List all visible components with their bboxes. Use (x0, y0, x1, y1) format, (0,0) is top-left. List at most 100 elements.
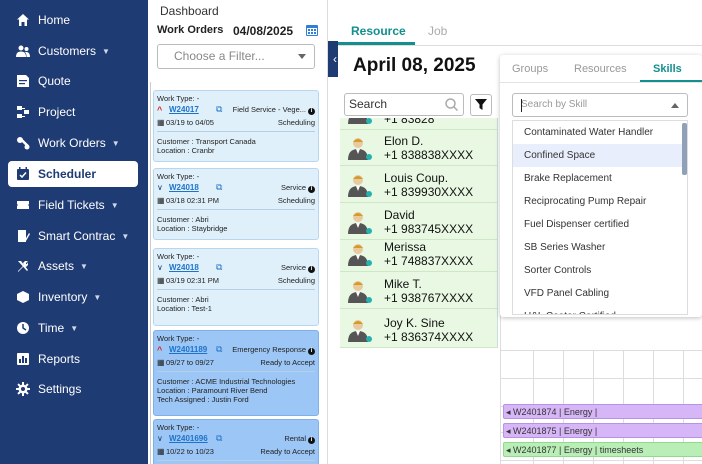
info-icon[interactable]: i (308, 348, 315, 355)
sidebar-item-assets[interactable]: Assets ▼ (8, 253, 138, 279)
schedule-event-bar[interactable]: ◂ W2401877 | Energy | timesheets (503, 442, 702, 457)
external-link-icon[interactable]: ⧉ (216, 344, 222, 355)
skill-option[interactable]: Sorter Controls (513, 259, 683, 282)
info-icon[interactable]: i (308, 437, 315, 444)
sidebar-item-smart-contrac[interactable]: Smart Contrac ▼ (8, 223, 138, 249)
filter-dropdown[interactable]: Choose a Filter... (157, 44, 315, 69)
schedule-event-bar[interactable]: ◂ W2401874 | Energy | (503, 404, 702, 419)
scheduler-icon (16, 167, 30, 181)
chevron-up-icon[interactable]: ^ (157, 105, 162, 115)
sidebar-item-quote[interactable]: Quote (8, 68, 138, 94)
search-icon (445, 98, 459, 112)
tools-icon (16, 259, 30, 273)
tab-groups[interactable]: Groups (512, 63, 548, 75)
sidebar-item-customers[interactable]: Customers ▼ (8, 38, 138, 64)
sidebar-item-field-tickets[interactable]: Field Tickets ▼ (8, 192, 138, 218)
work-order-card[interactable]: Work Type: - ^ W24017 ⧉ Field Service - Vege… (153, 90, 319, 162)
scrollbar[interactable] (682, 123, 687, 175)
chevron-down-icon (298, 54, 306, 59)
skill-option[interactable]: Contaminated Water Handler (513, 121, 683, 144)
info-icon[interactable]: i (308, 108, 315, 115)
work-order-dates: 09/27 to 09/27 (166, 358, 214, 367)
work-type-label: Work Type: - (157, 252, 200, 261)
sidebar-item-label: Project (38, 105, 76, 119)
tab-skills[interactable]: Skills (653, 63, 682, 75)
skill-option[interactable]: Reciprocating Pump Repair (513, 190, 683, 213)
date-heading: April 08, 2025 (353, 55, 476, 76)
work-order-link[interactable]: W24017 (169, 105, 199, 114)
skill-option[interactable]: SB Series Washer (513, 236, 683, 259)
external-link-icon[interactable]: ⧉ (216, 182, 222, 193)
sidebar-item-scheduler[interactable]: Scheduler (8, 161, 138, 187)
resource-row[interactable]: Louis Coup. +1 839930XXXX (340, 169, 497, 203)
sidebar-item-project[interactable]: Project (8, 99, 138, 125)
sidebar-item-settings[interactable]: Settings (8, 376, 138, 402)
sidebar: Home Customers ▼ Quote Project Work Orders ▼ Sc… (0, 0, 148, 464)
sidebar-item-label: Home (38, 13, 71, 27)
external-link-icon[interactable]: ⧉ (216, 433, 222, 444)
resource-row[interactable]: Mike T. +1 938767XXXX (340, 275, 497, 309)
resource-name: Elon D. (384, 134, 424, 148)
sidebar-item-home[interactable]: Home (8, 7, 138, 33)
sidebar-item-work-orders[interactable]: Work Orders ▼ (8, 130, 138, 156)
chevron-up-icon[interactable] (671, 103, 679, 108)
info-icon[interactable]: i (308, 186, 315, 193)
tab-job[interactable]: Job (428, 24, 447, 38)
work-order-card[interactable]: Work Type: - ^ W2401189 ⧉ Emergency Response… (153, 330, 319, 416)
service-type: Emergency Response (232, 345, 306, 354)
external-link-icon[interactable]: ⧉ (216, 262, 222, 273)
work-order-link[interactable]: W2401189 (169, 345, 207, 354)
work-order-link[interactable]: W2401696 (169, 434, 208, 443)
info-icon[interactable]: i (308, 266, 315, 273)
skill-option[interactable]: H&L Coater Certified (513, 305, 683, 314)
reports-icon (16, 352, 30, 366)
sidebar-item-time[interactable]: Time ▼ (8, 315, 138, 341)
skill-option[interactable]: Brake Replacement (513, 167, 683, 190)
resource-row[interactable]: David +1 983745XXXX (340, 206, 497, 240)
sidebar-item-inventory[interactable]: Inventory ▼ (8, 284, 138, 310)
chevron-down-icon: ▼ (121, 231, 130, 241)
skill-option[interactable]: VFD Panel Cabling (513, 282, 683, 305)
skill-option[interactable]: Fuel Dispenser certified (513, 213, 683, 236)
tab-resource[interactable]: Resource (351, 24, 406, 38)
work-order-card[interactable]: Work Type: - ∨ W24018 ⧉ Service i ▦ 03/19 02:31… (153, 248, 319, 326)
resource-list[interactable]: +1 83828 Elon D. +1 838838XXXX Louis Coup. +… (340, 118, 498, 348)
schedule-event-bar[interactable]: ◂ W2401875 | Energy | (503, 423, 702, 438)
work-order-link[interactable]: W24018 (169, 183, 199, 192)
skill-options-list[interactable]: Contaminated Water Handler Confined Space… (512, 120, 688, 315)
work-type-label: Work Type: - (157, 94, 200, 103)
divider (157, 131, 315, 132)
chevron-down-icon[interactable]: ∨ (157, 263, 163, 272)
resource-row[interactable]: Merissa +1 748837XXXX (340, 238, 497, 272)
skill-search-input[interactable]: Search by Skill (512, 93, 688, 117)
work-order-card[interactable]: Work Type: - ∨ W2401696 ⧉ Rental i ▦ 10/22 to 1… (153, 419, 319, 464)
resource-row[interactable]: Joy K. Sine +1 836374XXXX (340, 314, 497, 348)
calendar-icon[interactable] (305, 23, 319, 37)
resource-name: Mike T. (384, 277, 422, 291)
customer-text: Customer : Abri (157, 215, 209, 224)
external-link-icon[interactable]: ⧉ (216, 104, 222, 115)
funnel-icon (475, 99, 487, 110)
chevron-down-icon[interactable]: ∨ (157, 434, 163, 443)
sidebar-item-label: Reports (38, 352, 81, 366)
chevron-down-icon: ▼ (102, 46, 110, 56)
work-order-list[interactable]: Work Type: - ^ W24017 ⧉ Field Service - Vege… (150, 82, 322, 464)
resource-row[interactable]: +1 83828 (340, 118, 497, 130)
tab-resources[interactable]: Resources (574, 63, 627, 75)
work-orders-date: 04/08/2025 (233, 24, 294, 38)
skill-option[interactable]: Confined Space (513, 144, 683, 167)
contract-icon (16, 229, 30, 243)
filter-button[interactable] (470, 94, 492, 116)
work-type-label: Work Type: - (157, 423, 200, 432)
calendar-icon: ▦ (157, 276, 165, 285)
resource-row[interactable]: Elon D. +1 838838XXXX (340, 132, 497, 166)
work-order-link[interactable]: W24018 (169, 263, 199, 272)
work-order-card[interactable]: Work Type: - ∨ W24018 ⧉ Service i ▦ 03/18 02:31… (153, 168, 319, 240)
divider (157, 289, 315, 290)
resource-search-input[interactable]: Search (344, 93, 464, 116)
chevron-up-icon[interactable]: ^ (157, 345, 162, 355)
work-order-dates: 03/18 02:31 PM (166, 196, 219, 205)
sidebar-item-reports[interactable]: Reports (8, 346, 138, 372)
online-status-dot (366, 260, 372, 266)
chevron-down-icon[interactable]: ∨ (157, 183, 163, 192)
